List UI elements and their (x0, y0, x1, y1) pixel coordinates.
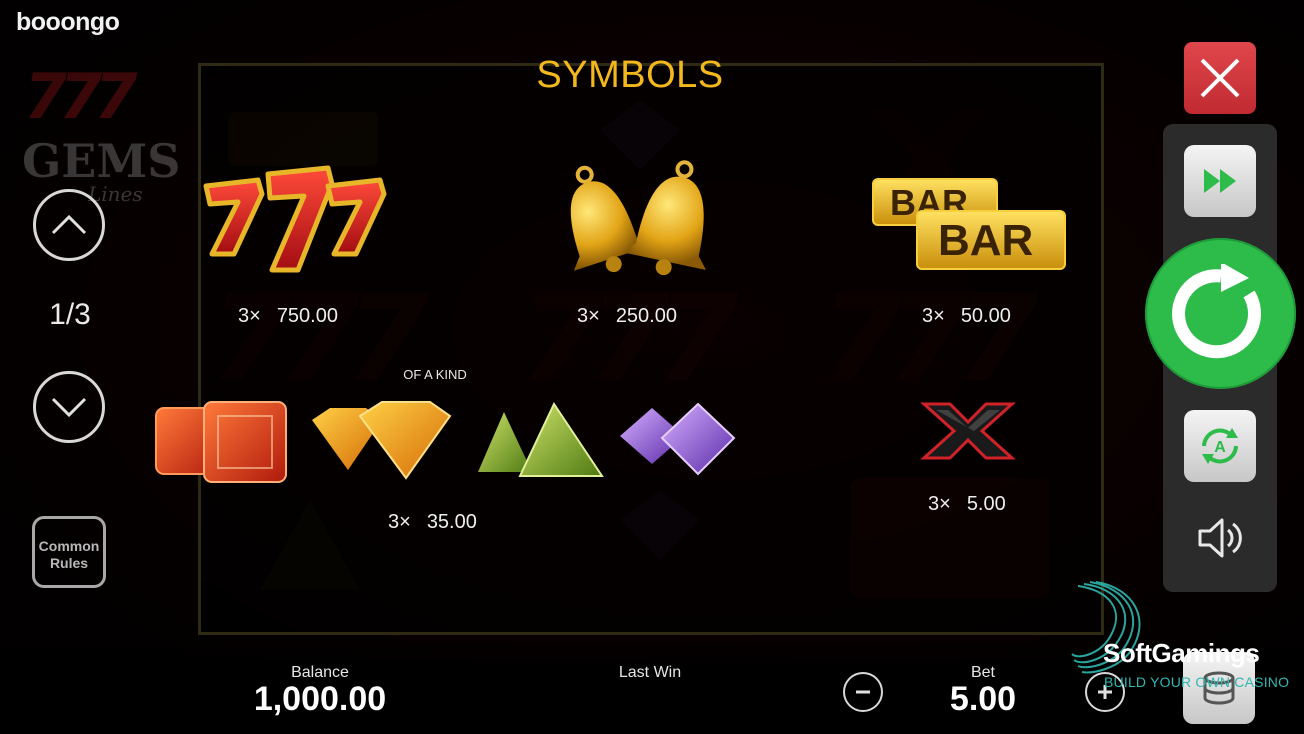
pay-x: 3× 5.00 (928, 493, 1006, 516)
chevron-up-icon (51, 214, 87, 235)
bell-right (623, 160, 707, 276)
pay-sevens: 3× 750.00 (238, 305, 338, 328)
amethyst-gems (620, 402, 736, 476)
peridot-gems (478, 401, 604, 477)
pay-bells-mult: 3× (577, 305, 600, 327)
game-logo-gems: GEMS (22, 134, 181, 188)
bell-left (570, 165, 650, 273)
common-rules-line2: Rules (49, 555, 89, 571)
pay-x-mult: 3× (928, 493, 951, 515)
softgamings-name: SoftGamings (1103, 638, 1260, 668)
pay-bar-mult: 3× (922, 305, 945, 327)
seven-3 (325, 177, 387, 257)
pay-gems-value: 35.00 (426, 511, 477, 533)
paytable-panel (198, 63, 1104, 635)
pay-bells: 3× 250.00 (577, 305, 677, 328)
page-down-button[interactable] (33, 371, 105, 443)
ruby-gems (155, 401, 287, 483)
softgamings-tagline: BUILD YOUR OWN CASINO (1104, 674, 1290, 690)
of-a-kind-label: OF A KIND (403, 367, 467, 382)
x-icon (920, 402, 1016, 460)
fast-forward-icon (1204, 169, 1236, 193)
pay-sevens-value: 750.00 (276, 305, 338, 327)
bet-decrease-button[interactable] (843, 672, 883, 712)
seven-2 (265, 165, 335, 273)
page-up-button[interactable] (33, 189, 105, 261)
common-rules-button[interactable]: Common Rules (32, 516, 106, 588)
topaz-gems (312, 401, 452, 480)
balance-value: 1,000.00 (253, 680, 387, 718)
autoplay-button[interactable]: A (1184, 410, 1256, 482)
autoplay-icon: A (1202, 428, 1238, 464)
bar-icon: BAR BAR (872, 178, 1068, 274)
paytable-title: SYMBOLS (536, 54, 724, 96)
common-rules-line1: Common (38, 538, 100, 554)
chevron-down-icon (51, 397, 87, 418)
spin-icon (1171, 263, 1261, 358)
turbo-button[interactable] (1184, 145, 1256, 217)
seven-1 (203, 177, 265, 257)
spin-button[interactable] (1145, 238, 1296, 389)
bet-value: 5.00 (949, 680, 1017, 718)
last-win-label: Last Win (618, 664, 682, 681)
bells-icon (570, 160, 707, 276)
pay-bar: 3× 50.00 (922, 305, 1011, 328)
pay-gems: 3× 35.00 (388, 511, 477, 534)
close-button[interactable] (1184, 42, 1256, 114)
close-icon (1200, 58, 1240, 98)
pay-bells-value: 250.00 (615, 305, 677, 327)
bar-text-2: BAR (938, 216, 1034, 265)
pay-sevens-mult: 3× (238, 305, 261, 327)
pay-gems-mult: 3× (388, 511, 411, 533)
gems-icon (155, 401, 736, 483)
minus-icon (856, 690, 870, 694)
sound-icon[interactable] (1196, 516, 1244, 560)
autoplay-letter: A (1214, 439, 1226, 456)
pay-x-value: 5.00 (966, 493, 1006, 515)
pay-bar-value: 50.00 (960, 305, 1011, 327)
sevens-icon (203, 165, 387, 273)
provider-logo: booongo (16, 8, 120, 36)
page-indicator: 1/3 (49, 298, 91, 331)
